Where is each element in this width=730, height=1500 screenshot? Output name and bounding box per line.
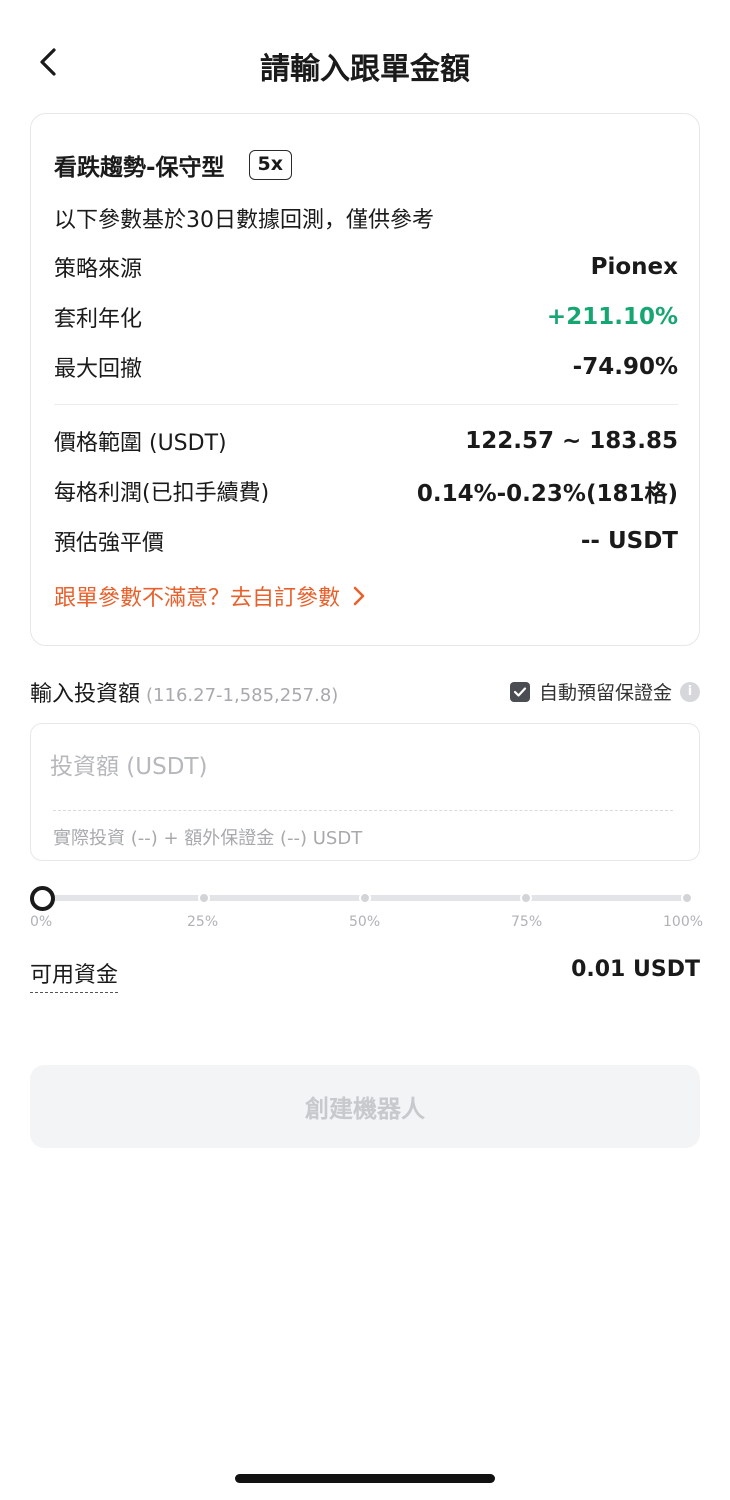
header: 請輸入跟單金額	[0, 30, 730, 94]
custom-params-text: 跟單參數不滿意？去自訂參數	[54, 586, 341, 611]
row-label: 策略來源	[54, 257, 143, 282]
home-indicator	[235, 1474, 495, 1483]
available-funds-label[interactable]: 可用資金	[30, 957, 119, 993]
investment-input-box: 實際投資 (--) + 額外保證金 (--) USDT	[30, 723, 700, 861]
page-title: 請輸入跟單金額	[260, 52, 470, 87]
divider	[54, 404, 678, 405]
info-icon[interactable]: i	[680, 681, 700, 702]
invest-label: 輸入投資額 (116.27-1,585,257.8)	[30, 676, 338, 708]
leverage-badge: 5x	[248, 150, 293, 180]
row-label: 價格範圍 (USDT)	[54, 431, 227, 456]
row-label: 每格利潤(已扣手續費)	[54, 481, 270, 506]
row-strategy-source: 策略來源 Pionex	[54, 250, 678, 284]
row-value: 0.14%-0.23%(181格)	[416, 481, 678, 507]
auto-margin-toggle[interactable]: 自動預留保證金 i	[509, 678, 700, 705]
page: 請輸入跟單金額 看跌趨勢-保守型 5x 以下參數基於30日數據回測，僅供參考 策…	[0, 0, 730, 1500]
strategy-card: 看跌趨勢-保守型 5x 以下參數基於30日數據回測，僅供參考 策略來源 Pion…	[30, 113, 700, 646]
row-value: 122.57 ~ 183.85	[465, 428, 678, 454]
check-icon	[513, 686, 527, 697]
auto-margin-checkbox[interactable]	[509, 681, 530, 702]
available-funds-value: 0.01 USDT	[571, 957, 700, 982]
row-label: 最大回撤	[54, 357, 143, 382]
chevron-right-icon	[353, 586, 365, 606]
create-bot-button[interactable]: 創建機器人	[30, 1065, 700, 1148]
row-annualized: 套利年化 +211.10%	[54, 300, 678, 334]
row-value: +211.10%	[546, 304, 678, 330]
row-liquidation-price: 預估強平價 -- USDT	[54, 524, 678, 558]
strategy-header: 看跌趨勢-保守型 5x	[54, 148, 293, 182]
dashed-divider	[53, 810, 673, 811]
percentage-slider[interactable]: 0% 25% 50% 75% 100%	[30, 885, 704, 935]
slider-thumb[interactable]	[30, 886, 55, 911]
row-label: 預估強平價	[54, 531, 165, 556]
investment-breakdown: 實際投資 (--) + 額外保證金 (--) USDT	[53, 828, 363, 849]
row-value: -74.90%	[572, 354, 678, 380]
slider-step-25[interactable]	[198, 892, 210, 904]
auto-margin-label: 自動預留保證金	[538, 682, 672, 704]
slider-step-100[interactable]	[681, 892, 693, 904]
custom-params-link[interactable]: 跟單參數不滿意？去自訂參數	[54, 580, 366, 612]
tick-label: 50%	[349, 914, 381, 930]
row-price-range: 價格範圍 (USDT) 122.57 ~ 183.85	[54, 424, 678, 458]
row-profit-per-grid: 每格利潤(已扣手續費) 0.14%-0.23%(181格)	[54, 474, 678, 508]
slider-step-75[interactable]	[520, 892, 532, 904]
row-label: 套利年化	[54, 307, 143, 332]
invest-range: (116.27-1,585,257.8)	[146, 685, 339, 706]
tick-label: 0%	[30, 914, 53, 930]
row-max-drawdown: 最大回撤 -74.90%	[54, 350, 678, 384]
backtest-note: 以下參數基於30日數據回測，僅供參考	[54, 208, 434, 233]
strategy-title: 看跌趨勢-保守型	[54, 155, 225, 181]
investment-amount-input[interactable]	[50, 746, 670, 788]
tick-label: 100%	[663, 914, 704, 930]
slider-step-50[interactable]	[359, 892, 371, 904]
tick-label: 25%	[187, 914, 219, 930]
row-value: -- USDT	[580, 528, 678, 554]
tick-label: 75%	[511, 914, 543, 930]
row-value: Pionex	[590, 254, 678, 280]
invest-label-text: 輸入投資額	[30, 682, 141, 707]
